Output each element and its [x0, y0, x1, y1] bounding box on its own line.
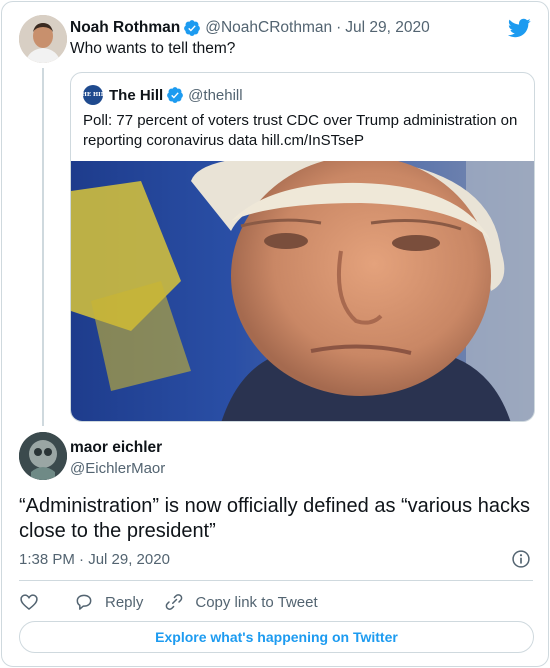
copy-link-button[interactable]: Copy link to Tweet: [164, 592, 318, 612]
parent-tweet-text: Who wants to tell them?: [70, 40, 236, 57]
copy-link-label: Copy link to Tweet: [195, 593, 318, 611]
reply-bubble-icon: [76, 594, 92, 610]
like-button[interactable]: [19, 592, 39, 612]
tweet-actions: Reply Copy link to Tweet: [19, 591, 318, 613]
tweet-embed-card: Noah Rothman @NoahCRothman · Jul 29, 202…: [1, 1, 549, 667]
avatar[interactable]: [19, 432, 67, 480]
quoted-tweet-photo[interactable]: [71, 161, 535, 422]
parent-tweet-header: Noah Rothman @NoahCRothman · Jul 29, 202…: [70, 18, 430, 38]
quoted-avatar: THE HILL: [78, 85, 108, 105]
tweet-timestamp[interactable]: 1:38 PM · Jul 29, 2020: [19, 551, 170, 568]
link-icon: [166, 594, 183, 610]
quoted-tweet-header: THE HILL The Hill @thehill: [78, 85, 243, 105]
heart-icon: [20, 594, 38, 611]
verified-badge-icon: [184, 20, 201, 36]
thread-connector-line: [42, 68, 44, 426]
quoted-author-handle: @thehill: [188, 86, 243, 104]
reply-button[interactable]: Reply: [74, 592, 143, 612]
author-name[interactable]: Noah Rothman: [70, 19, 180, 37]
reply-label: Reply: [105, 593, 144, 611]
separator-dot: ·: [336, 19, 342, 36]
explore-twitter-button[interactable]: Explore what's happening on Twitter: [19, 621, 534, 653]
divider: [19, 580, 533, 581]
author-handle[interactable]: @NoahCRothman: [205, 19, 332, 37]
avatar[interactable]: [19, 15, 67, 63]
quoted-tweet[interactable]: THE HILL The Hill @thehill Poll: 77 perc…: [70, 72, 535, 422]
reply-tweet-text: “Administration” is now officially defin…: [19, 495, 530, 542]
twitter-bird-icon[interactable]: [507, 16, 531, 40]
info-icon[interactable]: [511, 549, 531, 569]
reply-author-name[interactable]: maor eichler: [70, 439, 162, 457]
tweet-date[interactable]: Jul 29, 2020: [345, 19, 429, 37]
quoted-tweet-text: Poll: 77 percent of voters trust CDC ove…: [83, 112, 518, 149]
verified-badge-icon: [167, 87, 184, 103]
quoted-author-name: The Hill: [109, 86, 164, 104]
reply-author-handle[interactable]: @EichlerMaor: [70, 460, 165, 477]
